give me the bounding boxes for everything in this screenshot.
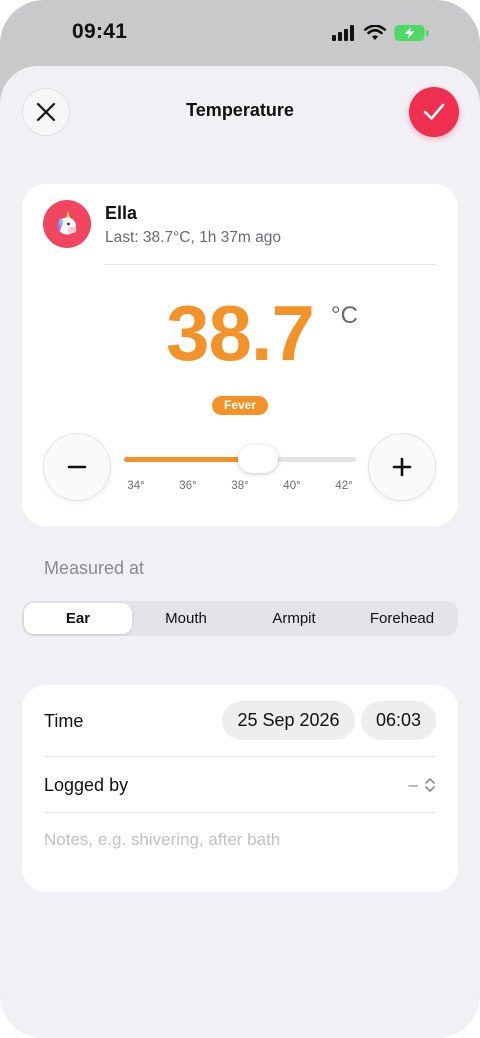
time-label: Time — [44, 711, 84, 731]
battery-charging-icon — [394, 25, 429, 41]
measured-at-label: Measured at — [44, 558, 145, 578]
last-reading-text: Last: 38.7°C, 1h 37m ago — [105, 229, 281, 246]
time-picker[interactable]: 06:03 — [361, 701, 436, 740]
temperature-unit: °C — [331, 302, 358, 329]
status-icons — [332, 24, 430, 42]
wifi-icon — [364, 25, 386, 40]
status-bar: 09:41 — [0, 0, 480, 66]
slider-thumb[interactable] — [238, 445, 279, 473]
notes-input[interactable]: Notes, e.g. shivering, after bath — [44, 830, 280, 850]
details-card: Time 25 Sep 2026 06:03 Logged by – Notes… — [22, 685, 458, 892]
unicorn-icon — [57, 211, 77, 235]
measurement-site-control: Ear Mouth Armpit Forehead — [22, 601, 458, 636]
decrease-button[interactable] — [43, 433, 111, 501]
chevron-up-down-icon — [425, 778, 435, 792]
minus-icon — [67, 465, 87, 469]
phone-frame: 09:41 Temperature Ella Last: 38.7°C, 1h … — [0, 0, 480, 1038]
status-time: 09:41 — [72, 20, 128, 43]
status-badge: Fever — [212, 396, 268, 415]
segment-ear[interactable]: Ear — [24, 603, 132, 634]
divider — [104, 264, 436, 265]
logged-by-picker[interactable]: – — [409, 775, 436, 795]
slider-tick-label: 40° — [283, 480, 301, 492]
signal-icon — [332, 25, 354, 41]
child-name: Ella — [105, 203, 138, 223]
logged-by-label: Logged by — [44, 775, 129, 795]
increase-button[interactable] — [368, 433, 436, 501]
reading-card: Ella Last: 38.7°C, 1h 37m ago 38.7 °C Fe… — [22, 184, 458, 526]
logged-by-value: – — [408, 775, 418, 794]
segment-mouth[interactable]: Mouth — [132, 603, 240, 634]
slider-tick-label: 38° — [231, 480, 249, 492]
segment-forehead[interactable]: Forehead — [348, 603, 456, 634]
temperature-value: 38.7 — [166, 289, 315, 377]
confirm-button[interactable] — [409, 87, 459, 137]
slider-tick-label: 34° — [127, 480, 145, 492]
slider-tick-label: 36° — [179, 480, 197, 492]
checkmark-icon — [423, 103, 445, 120]
divider — [44, 812, 436, 813]
segment-armpit[interactable]: Armpit — [240, 603, 348, 634]
divider — [44, 756, 436, 757]
page-title: Temperature — [186, 100, 294, 120]
avatar[interactable] — [43, 200, 91, 248]
plus-icon — [392, 457, 412, 477]
slider-tick-label: 42° — [335, 480, 353, 492]
date-picker[interactable]: 25 Sep 2026 — [222, 701, 355, 740]
temperature-slider[interactable]: 34° 36° 38° 40° 42° — [124, 442, 356, 492]
temperature-sheet: Temperature Ella Last: 38.7°C, 1h 37m ag… — [0, 66, 480, 1038]
